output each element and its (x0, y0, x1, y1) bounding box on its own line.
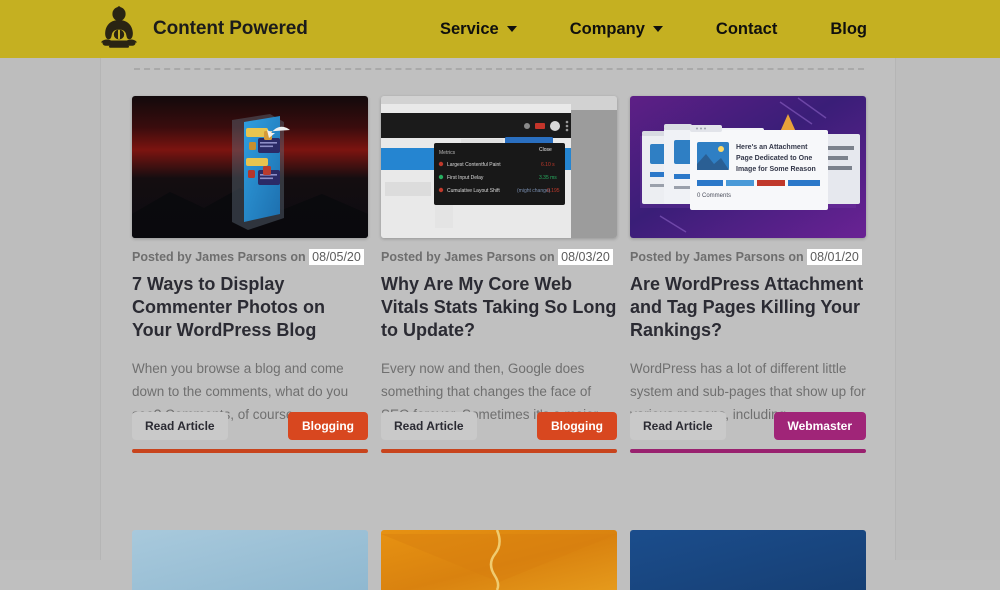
post-meta-prefix: Posted by James Parsons on (630, 250, 804, 264)
stacked-attachment-pages-thumbnail[interactable]: Here's an Attachment Page Dedicated to O… (630, 96, 866, 238)
post-date: 08/01/20 (807, 249, 862, 265)
post-date: 08/05/20 (309, 249, 364, 265)
svg-text:Here's an Attachment: Here's an Attachment (736, 144, 808, 151)
post-grid-next-row (132, 530, 866, 590)
post-actions: Read Article Blogging (132, 412, 368, 440)
nav-item-company[interactable]: Company (570, 20, 663, 39)
post-title[interactable]: Why Are My Core Web Vitals Stats Taking … (381, 273, 617, 342)
post-actions: Read Article Blogging (381, 412, 617, 440)
light-blue-thumbnail[interactable] (132, 530, 368, 590)
post-meta: Posted by James Parsons on 08/03/20 (381, 249, 617, 265)
svg-text:(might change): (might change) (517, 188, 551, 194)
dashed-divider (134, 68, 864, 70)
read-article-button[interactable]: Read Article (630, 412, 726, 440)
nav-item-label: Service (440, 19, 499, 38)
read-article-button[interactable]: Read Article (381, 412, 477, 440)
nav-item-label: Company (569, 19, 645, 38)
post-meta-prefix: Posted by James Parsons on (381, 250, 555, 264)
post-tag-button[interactable]: Blogging (537, 412, 617, 440)
brand-name: Content Powered (153, 18, 308, 39)
post-accent-underline (132, 449, 368, 453)
post-accent-underline (630, 449, 866, 453)
navy-blue-thumbnail[interactable] (630, 530, 866, 590)
svg-text:Page Dedicated to One: Page Dedicated to One (736, 155, 812, 162)
post-card[interactable]: Here's an Attachment Page Dedicated to O… (630, 96, 866, 453)
svg-text:Cumulative Layout Shift: Cumulative Layout Shift (447, 188, 500, 194)
post-actions: Read Article Webmaster (630, 412, 866, 440)
chevron-down-icon (652, 26, 663, 32)
post-tag-button[interactable]: Webmaster (773, 412, 866, 440)
post-title[interactable]: 7 Ways to Display Commenter Photos on Yo… (132, 273, 368, 342)
nav-item-blog[interactable]: Blog (830, 20, 867, 39)
post-grid: Posted by James Parsons on 08/05/20 7 Wa… (132, 96, 866, 453)
chevron-down-icon (506, 26, 517, 32)
post-meta: Posted by James Parsons on 08/05/20 (132, 249, 368, 265)
post-tag-button[interactable]: Blogging (288, 412, 368, 440)
post-title[interactable]: Are WordPress Attachment and Tag Pages K… (630, 273, 866, 342)
site-header: Content Powered Service Company Contact … (0, 0, 1000, 58)
phone-chat-illustration-thumbnail[interactable] (132, 96, 368, 238)
main-nav: Service Company Contact Blog (440, 0, 867, 58)
post-accent-underline (381, 449, 617, 453)
nav-item-contact[interactable]: Contact (716, 20, 777, 39)
post-card[interactable]: Metrics Close Largest Contentful Paint 6… (381, 96, 617, 453)
nav-item-service[interactable]: Service (440, 20, 517, 39)
content-container: Posted by James Parsons on 08/05/20 7 Wa… (100, 58, 896, 590)
post-meta-prefix: Posted by James Parsons on (132, 250, 306, 264)
post-date: 08/03/20 (558, 249, 613, 265)
svg-text:Close: Close (539, 147, 552, 153)
svg-text:Image for Some Reason: Image for Some Reason (736, 166, 816, 173)
svg-text:0 Comments: 0 Comments (697, 193, 731, 199)
svg-text:Metrics: Metrics (439, 150, 456, 156)
post-meta: Posted by James Parsons on 08/01/20 (630, 249, 866, 265)
nav-item-label: Blog (830, 19, 867, 38)
page-background: Posted by James Parsons on 08/05/20 7 Wa… (0, 58, 1000, 590)
nav-item-label: Contact (715, 19, 778, 38)
brand[interactable]: Content Powered (96, 5, 308, 53)
svg-text:6.10 s: 6.10 s (541, 162, 555, 168)
svg-text:First Input Delay: First Input Delay (447, 175, 484, 181)
post-card[interactable]: Posted by James Parsons on 08/05/20 7 Wa… (132, 96, 368, 453)
svg-text:3.35 ms: 3.35 ms (539, 175, 557, 181)
read-article-button[interactable]: Read Article (132, 412, 228, 440)
orange-thumbnail[interactable] (381, 530, 617, 590)
browser-web-vitals-metrics-thumbnail[interactable]: Metrics Close Largest Contentful Paint 6… (381, 96, 617, 238)
buddha-logo-icon (96, 5, 142, 53)
svg-text:0.195: 0.195 (547, 188, 560, 194)
svg-text:Largest Contentful Paint: Largest Contentful Paint (447, 162, 501, 168)
